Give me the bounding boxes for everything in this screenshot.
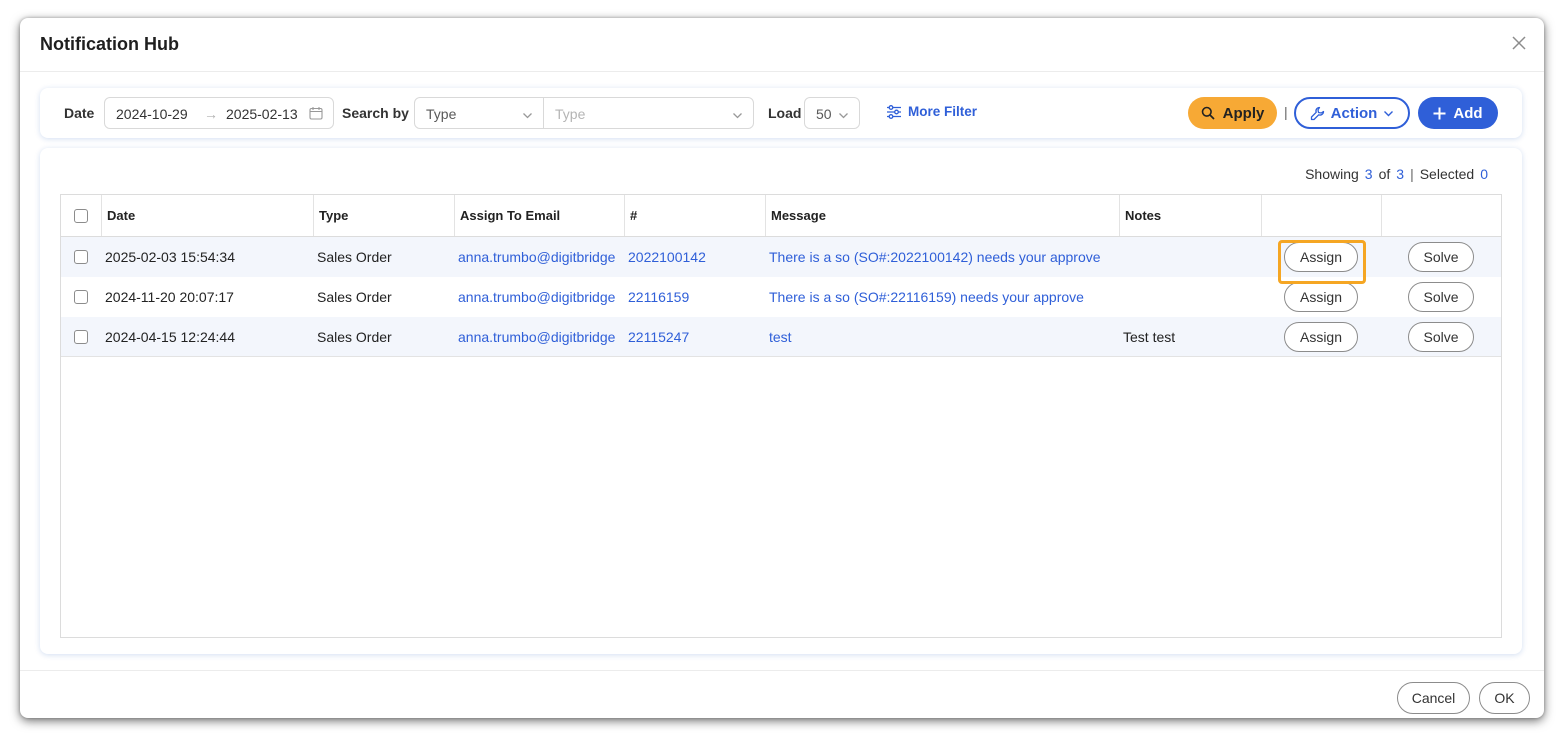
result-summary: Showing 3 of 3 | Selected 0 [1305, 166, 1488, 182]
row-number-link[interactable]: 2022100142 [628, 237, 706, 277]
row-type: Sales Order [317, 289, 392, 305]
column-header-number[interactable]: # [625, 195, 766, 236]
chevron-down-icon [732, 108, 743, 124]
calendar-icon[interactable] [309, 106, 323, 123]
search-value-placeholder: Type [555, 106, 586, 122]
more-filter-label: More Filter [908, 104, 978, 119]
apply-label: Apply [1222, 104, 1265, 122]
solve-button[interactable]: Solve [1408, 242, 1474, 272]
chevron-down-icon [522, 108, 533, 124]
search-value-select[interactable]: Type [543, 97, 754, 129]
wrench-icon [1310, 106, 1324, 120]
column-header-assign-action [1262, 195, 1382, 236]
column-header-solve-action [1382, 195, 1503, 236]
assign-button[interactable]: Assign [1284, 242, 1358, 272]
summary-divider: | [1410, 166, 1414, 182]
add-label: Add [1453, 104, 1483, 122]
date-label: Date [64, 105, 95, 121]
notification-table: Date Type Assign To Email # Message Note… [60, 194, 1502, 638]
select-all-checkbox[interactable] [74, 208, 88, 223]
row-email-link[interactable]: anna.trumbo@digitbridge [458, 277, 622, 317]
table-header: Date Type Assign To Email # Message Note… [61, 195, 1501, 237]
row-email-link[interactable]: anna.trumbo@digitbridge [458, 237, 622, 277]
selected-label: Selected [1419, 166, 1475, 182]
of-label: of [1378, 166, 1391, 182]
range-arrow-icon: → [204, 106, 218, 122]
column-header-assign-to-email[interactable]: Assign To Email [455, 195, 625, 236]
search-icon [1201, 106, 1215, 120]
select-all-cell [61, 195, 102, 236]
search-by-label: Search by [342, 105, 409, 121]
row-checkbox[interactable] [74, 290, 88, 304]
column-header-date[interactable]: Date [102, 195, 314, 236]
assign-button[interactable]: Assign [1284, 322, 1358, 352]
search-by-value: Type [426, 106, 457, 122]
plus-icon [1433, 107, 1446, 119]
date-range-picker[interactable]: 2024-10-29 → 2025-02-13 [104, 97, 334, 129]
row-type: Sales Order [317, 249, 392, 265]
ok-button[interactable]: OK [1479, 682, 1530, 714]
row-date: 2024-04-15 12:24:44 [105, 329, 235, 345]
table-row[interactable]: 2024-11-20 20:07:17 Sales Order anna.tru… [61, 277, 1501, 317]
modal-header: Notification Hub [20, 18, 1544, 72]
chevron-down-icon [1384, 110, 1394, 116]
column-header-message[interactable]: Message [766, 195, 1120, 236]
showing-label: Showing [1305, 166, 1359, 182]
apply-button[interactable]: Apply [1188, 97, 1277, 129]
load-select[interactable]: 50 [804, 97, 860, 129]
date-to[interactable]: 2025-02-13 [226, 106, 298, 122]
cancel-button[interactable]: Cancel [1397, 682, 1470, 714]
action-button[interactable]: Action [1294, 97, 1410, 129]
more-filter-button[interactable]: More Filter [886, 104, 977, 119]
column-header-type[interactable]: Type [314, 195, 455, 236]
assign-button[interactable]: Assign [1284, 282, 1358, 312]
row-number-link[interactable]: 22116159 [628, 277, 689, 317]
total-count: 3 [1396, 166, 1405, 182]
content-card: Showing 3 of 3 | Selected 0 Date Type As… [40, 148, 1522, 654]
action-label: Action [1330, 104, 1378, 122]
close-icon[interactable] [1508, 32, 1530, 54]
load-label: Load [768, 105, 802, 121]
filter-bar: Date 2024-10-29 → 2025-02-13 Search by T… [40, 88, 1522, 138]
add-button[interactable]: Add [1418, 97, 1498, 129]
modal-footer: Cancel OK [20, 670, 1544, 718]
solve-button[interactable]: Solve [1408, 282, 1474, 312]
row-notes: Test test [1123, 329, 1176, 345]
showing-count: 3 [1364, 166, 1373, 182]
row-message-link[interactable]: There is a so (SO#:2022100142) needs you… [769, 237, 1101, 277]
row-message-link[interactable]: There is a so (SO#:22116159) needs your … [769, 277, 1084, 317]
date-from[interactable]: 2024-10-29 [116, 106, 188, 122]
row-checkbox[interactable] [74, 330, 88, 344]
row-checkbox[interactable] [74, 250, 88, 264]
solve-button[interactable]: Solve [1408, 322, 1474, 352]
search-by-select[interactable]: Type [414, 97, 544, 129]
selected-count: 0 [1480, 166, 1488, 182]
row-number-link[interactable]: 22115247 [628, 317, 689, 357]
row-date: 2024-11-20 20:07:17 [105, 289, 234, 305]
table-row[interactable]: 2025-02-03 15:54:34 Sales Order anna.tru… [61, 237, 1501, 277]
notification-hub-modal: Notification Hub Date 2024-10-29 → 2025-… [20, 18, 1544, 718]
toolbar-divider: | [1284, 104, 1288, 120]
table-row[interactable]: 2024-04-15 12:24:44 Sales Order anna.tru… [61, 317, 1501, 357]
row-message-link[interactable]: test [769, 317, 792, 357]
row-date: 2025-02-03 15:54:34 [105, 249, 235, 265]
column-header-notes[interactable]: Notes [1120, 195, 1262, 236]
row-email-link[interactable]: anna.trumbo@digitbridge [458, 317, 622, 357]
filter-sliders-icon [887, 104, 901, 119]
load-value: 50 [816, 106, 832, 122]
row-type: Sales Order [317, 329, 392, 345]
chevron-down-icon [838, 108, 849, 124]
modal-title: Notification Hub [40, 34, 179, 54]
